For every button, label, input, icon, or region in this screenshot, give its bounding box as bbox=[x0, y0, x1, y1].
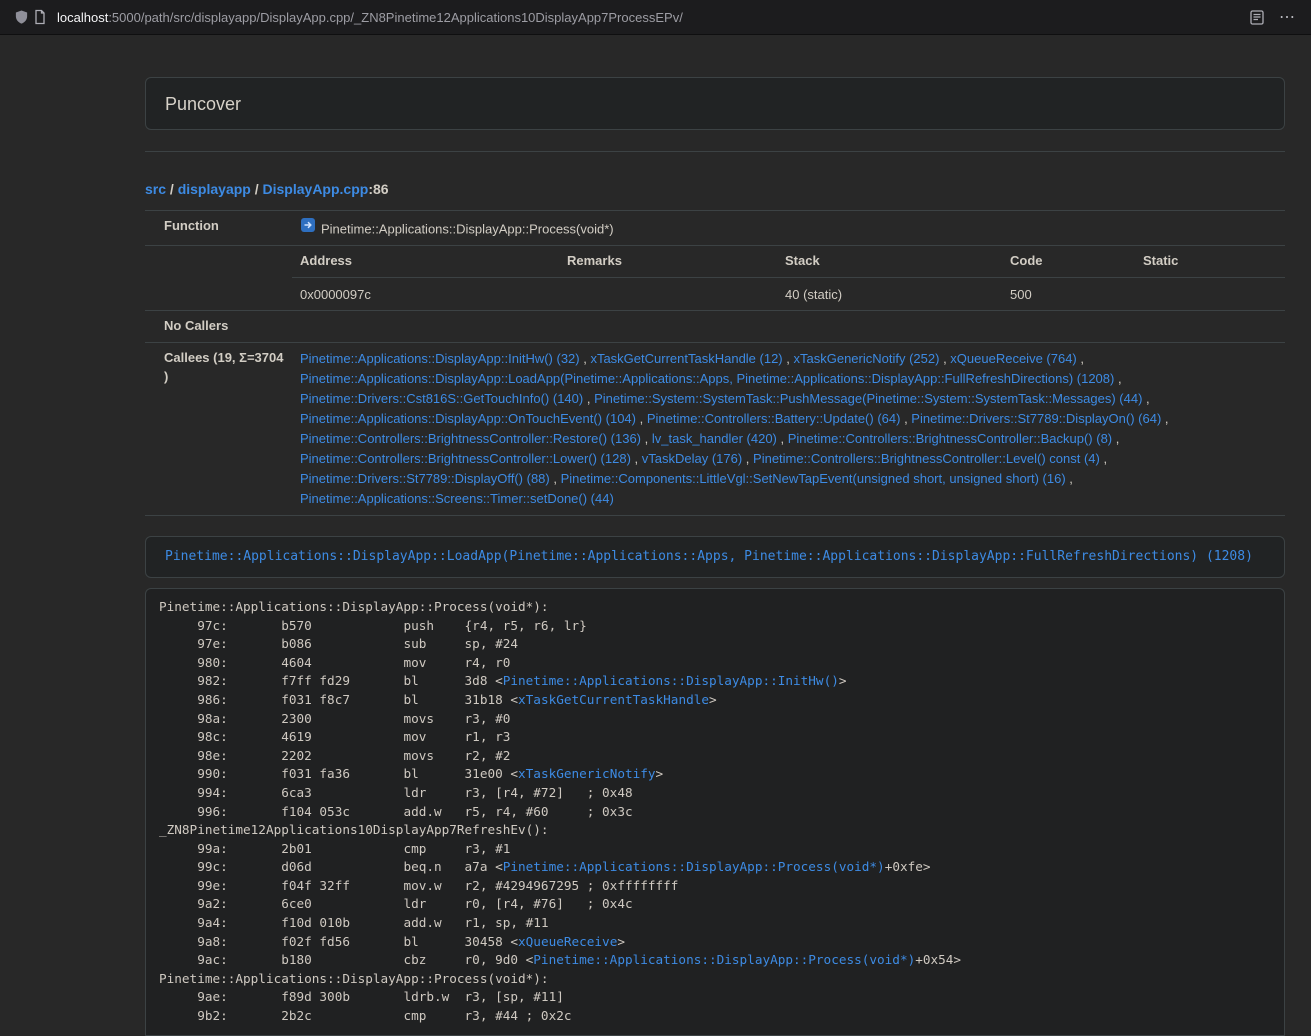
selected-callee-box: Pinetime::Applications::DisplayApp::Load… bbox=[145, 536, 1285, 578]
callee-separator: , bbox=[939, 351, 950, 366]
stats-header-row: Address Remarks Stack Code Static bbox=[292, 246, 1285, 277]
breadcrumb-separator: :86 bbox=[368, 181, 388, 197]
code-symbol-link[interactable]: xQueueReceive bbox=[518, 934, 617, 949]
callee-separator: , bbox=[550, 471, 561, 486]
function-icon bbox=[300, 217, 316, 237]
url-host: localhost bbox=[57, 10, 108, 25]
function-cell: Pinetime::Applications::DisplayApp::Proc… bbox=[292, 211, 1285, 246]
stats-row-spacer bbox=[145, 246, 292, 311]
symbol-table: Function Pinetime::Applications::Display… bbox=[145, 210, 1285, 516]
callee-link[interactable]: xQueueReceive (764) bbox=[950, 351, 1076, 366]
stat-address: 0x0000097c bbox=[292, 277, 559, 310]
callee-link[interactable]: Pinetime::Components::LittleVgl::SetNewT… bbox=[561, 471, 1066, 486]
disassembly: Pinetime::Applications::DisplayApp::Proc… bbox=[145, 588, 1285, 1036]
stat-static bbox=[1135, 277, 1285, 310]
breadcrumb-link[interactable]: src bbox=[145, 181, 166, 197]
code-symbol-link[interactable]: Pinetime::Applications::DisplayApp::Proc… bbox=[533, 952, 915, 967]
callee-separator: , bbox=[641, 431, 652, 446]
no-callers-row: No Callers bbox=[145, 311, 1285, 343]
callee-separator: , bbox=[1112, 431, 1119, 446]
app-header-banner: Puncover bbox=[145, 77, 1285, 130]
callee-link[interactable]: Pinetime::Drivers::Cst816S::GetTouchInfo… bbox=[300, 391, 583, 406]
tracking-shield-icon[interactable] bbox=[12, 7, 31, 27]
stat-code: 500 bbox=[1002, 277, 1135, 310]
app-title: Puncover bbox=[165, 94, 241, 114]
col-stack: Stack bbox=[777, 246, 1002, 277]
selected-callee-link[interactable]: Pinetime::Applications::DisplayApp::Load… bbox=[165, 549, 1253, 564]
code-symbol-link[interactable]: xTaskGetCurrentTaskHandle bbox=[518, 692, 709, 707]
url-path: :5000/path/src/displayapp/DisplayApp.cpp… bbox=[108, 10, 683, 25]
breadcrumb: src / displayapp / DisplayApp.cpp:86 bbox=[145, 181, 1285, 197]
callee-link[interactable]: Pinetime::Controllers::BrightnessControl… bbox=[788, 431, 1112, 446]
callee-link[interactable]: lv_task_handler (420) bbox=[652, 431, 777, 446]
main-content: Puncover src / displayapp / DisplayApp.c… bbox=[145, 35, 1285, 1036]
callee-separator: , bbox=[900, 411, 911, 426]
callee-link[interactable]: Pinetime::Controllers::BrightnessControl… bbox=[753, 451, 1100, 466]
callee-link[interactable]: Pinetime::Applications::Screens::Timer::… bbox=[300, 491, 614, 506]
callee-link[interactable]: Pinetime::Controllers::BrightnessControl… bbox=[300, 451, 631, 466]
divider bbox=[145, 151, 1285, 152]
callee-link[interactable]: Pinetime::Applications::DisplayApp::Load… bbox=[300, 371, 1114, 386]
callee-link[interactable]: Pinetime::Controllers::BrightnessControl… bbox=[300, 431, 641, 446]
callee-separator: , bbox=[1161, 411, 1168, 426]
stats-cell: Address Remarks Stack Code Static 0x0000… bbox=[292, 246, 1285, 311]
stats-values-row: 0x0000097c 40 (static) 500 bbox=[292, 277, 1285, 310]
more-menu-button[interactable]: ⋯ bbox=[1276, 7, 1299, 27]
col-static: Static bbox=[1135, 246, 1285, 277]
url-bar[interactable]: localhost:5000/path/src/displayapp/Displ… bbox=[57, 10, 1248, 25]
code-symbol-link[interactable]: Pinetime::Applications::DisplayApp::Proc… bbox=[503, 859, 885, 874]
callees-row: Callees (19, Σ=3704 ) Pinetime::Applicat… bbox=[145, 342, 1285, 515]
code-symbol-link[interactable]: xTaskGenericNotify bbox=[518, 766, 656, 781]
callee-separator: , bbox=[580, 351, 591, 366]
page-info-icon[interactable] bbox=[31, 7, 49, 27]
callee-link[interactable]: xTaskGenericNotify (252) bbox=[794, 351, 940, 366]
callee-separator: , bbox=[631, 451, 642, 466]
stats-row: Address Remarks Stack Code Static 0x0000… bbox=[145, 246, 1285, 311]
col-address: Address bbox=[292, 246, 559, 277]
function-name: Pinetime::Applications::DisplayApp::Proc… bbox=[321, 222, 614, 237]
stat-stack: 40 (static) bbox=[777, 277, 1002, 310]
callee-link[interactable]: xTaskGetCurrentTaskHandle (12) bbox=[590, 351, 782, 366]
code-symbol-link[interactable]: Pinetime::Applications::DisplayApp::Init… bbox=[503, 673, 839, 688]
callee-link[interactable]: Pinetime::Applications::DisplayApp::Init… bbox=[300, 351, 580, 366]
callees-label: Callees (19, Σ=3704 ) bbox=[145, 342, 292, 515]
callee-separator: , bbox=[636, 411, 647, 426]
reader-mode-icon[interactable] bbox=[1248, 8, 1266, 27]
callee-separator: , bbox=[1142, 391, 1149, 406]
callee-link[interactable]: Pinetime::Controllers::Battery::Update()… bbox=[647, 411, 901, 426]
callee-link[interactable]: Pinetime::Drivers::St7789::DisplayOff() … bbox=[300, 471, 550, 486]
callee-separator: , bbox=[1100, 451, 1107, 466]
callee-link[interactable]: vTaskDelay (176) bbox=[642, 451, 742, 466]
callee-separator: , bbox=[1066, 471, 1073, 486]
callee-separator: , bbox=[777, 431, 788, 446]
breadcrumb-separator: / bbox=[251, 181, 263, 197]
callee-separator: , bbox=[742, 451, 753, 466]
callee-separator: , bbox=[1077, 351, 1084, 366]
callee-separator: , bbox=[783, 351, 794, 366]
callee-link[interactable]: Pinetime::System::SystemTask::PushMessag… bbox=[594, 391, 1142, 406]
browser-toolbar: localhost:5000/path/src/displayapp/Displ… bbox=[0, 0, 1311, 35]
stats-table: Address Remarks Stack Code Static 0x0000… bbox=[292, 246, 1285, 310]
function-row: Function Pinetime::Applications::Display… bbox=[145, 211, 1285, 246]
col-remarks: Remarks bbox=[559, 246, 777, 277]
callee-link[interactable]: Pinetime::Drivers::St7789::DisplayOn() (… bbox=[911, 411, 1161, 426]
function-label: Function bbox=[145, 211, 292, 246]
breadcrumb-link[interactable]: displayapp bbox=[178, 181, 251, 197]
stat-remarks bbox=[559, 277, 777, 310]
col-code: Code bbox=[1002, 246, 1135, 277]
breadcrumb-separator: / bbox=[166, 181, 178, 197]
no-callers-label: No Callers bbox=[145, 311, 292, 343]
breadcrumb-link[interactable]: DisplayApp.cpp bbox=[263, 181, 369, 197]
callees-list: Pinetime::Applications::DisplayApp::Init… bbox=[292, 342, 1285, 515]
callee-separator: , bbox=[583, 391, 594, 406]
callee-link[interactable]: Pinetime::Applications::DisplayApp::OnTo… bbox=[300, 411, 636, 426]
callee-separator: , bbox=[1114, 371, 1121, 386]
